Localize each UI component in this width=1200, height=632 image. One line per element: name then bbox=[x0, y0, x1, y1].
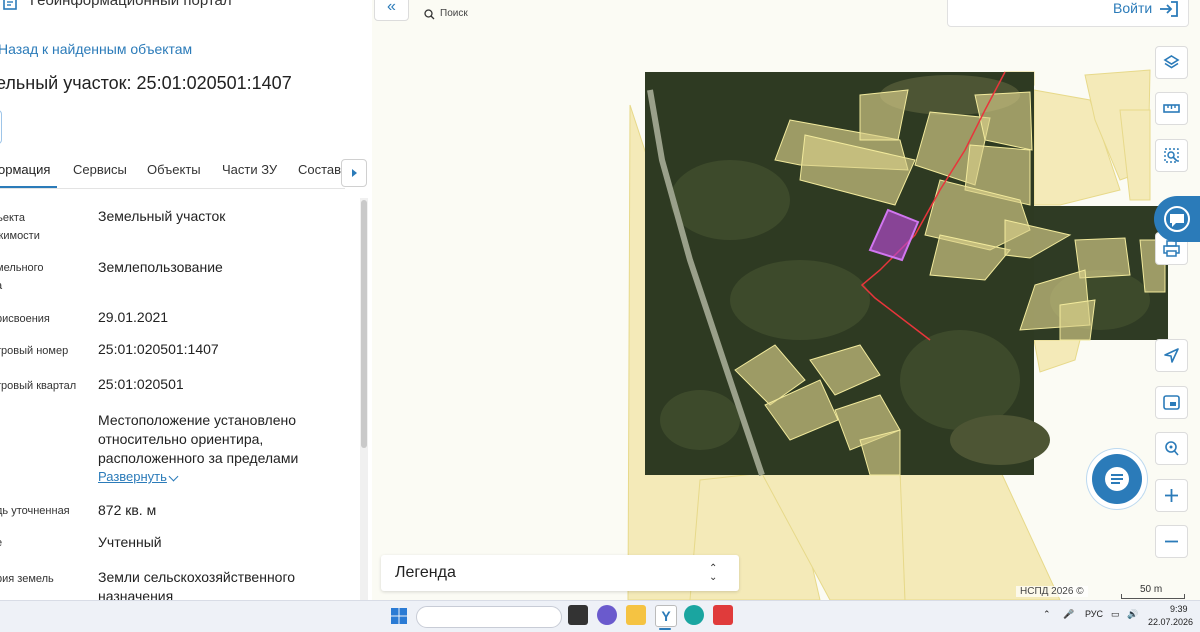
minimap-button[interactable] bbox=[1155, 386, 1188, 419]
chat-bubble-icon bbox=[1164, 206, 1190, 232]
attr-label: тровый номер bbox=[0, 345, 69, 357]
map-copyright: НСПД 2026 © bbox=[1016, 586, 1088, 597]
app-title: Геоинформационный портал bbox=[30, 0, 232, 9]
office-app-icon[interactable] bbox=[713, 605, 733, 625]
attr-value-location: относительно ориентира, bbox=[98, 431, 264, 447]
panel-scrollbar-thumb[interactable] bbox=[361, 200, 367, 448]
zoom-in-button[interactable] bbox=[1155, 479, 1188, 512]
back-to-results-link[interactable]: Назад к найденным объектам bbox=[0, 41, 192, 57]
edge-browser-icon[interactable] bbox=[684, 605, 704, 625]
zoom-out-icon bbox=[1165, 540, 1178, 543]
attr-label: рисвоения bbox=[0, 313, 50, 325]
attr-value-land-category: Земли сельскохозяйственного bbox=[98, 569, 296, 585]
feedback-side-button[interactable] bbox=[1154, 196, 1200, 242]
zoom-out-button[interactable] bbox=[1155, 525, 1188, 558]
volume-icon[interactable]: 🔊 bbox=[1127, 609, 1138, 620]
attr-value-date: 29.01.2021 bbox=[98, 309, 169, 325]
attr-label: рия земель bbox=[0, 573, 54, 585]
locate-icon bbox=[1164, 348, 1179, 363]
attr-value-object-type: Земельный участок bbox=[98, 208, 226, 224]
search-location-button[interactable] bbox=[1155, 432, 1188, 465]
search-location-icon bbox=[1165, 441, 1179, 456]
object-title: ельный участок: 25:01:020501:1407 bbox=[0, 73, 292, 93]
active-app-indicator bbox=[659, 628, 671, 630]
windows-start-icon[interactable] bbox=[391, 608, 407, 624]
tab-information[interactable]: ормация bbox=[0, 162, 50, 177]
attr-label: жимости bbox=[0, 230, 40, 242]
attr-value-location: Местоположение установлено bbox=[98, 412, 297, 428]
attr-label: дь уточненная bbox=[0, 505, 70, 517]
layers-icon bbox=[1163, 55, 1180, 69]
chevron-down-icon[interactable] bbox=[168, 471, 179, 482]
attr-value-cadastral-quarter: 25:01:020501 bbox=[98, 376, 184, 392]
login-label[interactable]: Войти bbox=[1113, 0, 1152, 16]
map-parcel bbox=[1033, 339, 1081, 373]
tab-composition[interactable]: Состав bbox=[298, 162, 341, 177]
clock-time[interactable]: 9:39 bbox=[1170, 604, 1188, 614]
clock-date[interactable]: 22.07.2026 bbox=[1148, 617, 1193, 627]
tab-bar: ормация Сервисы Объекты Части ЗУ Состав bbox=[0, 152, 345, 189]
attr-label: тровый квартал bbox=[0, 380, 77, 392]
legend-panel[interactable]: Легенда ⌃ ⌄ bbox=[381, 555, 739, 591]
attr-value-cadastral-number: 25:01:020501:1407 bbox=[98, 341, 219, 357]
object-action-button[interactable] bbox=[0, 110, 2, 144]
chat-app-icon[interactable] bbox=[597, 605, 617, 625]
ruler-icon bbox=[1163, 104, 1180, 113]
active-tab-indicator bbox=[0, 186, 57, 188]
tabs-scroll-right-button[interactable] bbox=[341, 159, 367, 187]
keyboard-language[interactable]: РУС bbox=[1085, 609, 1103, 619]
attr-label: а bbox=[0, 277, 2, 295]
attr-label: ъекта bbox=[0, 212, 25, 224]
task-view-icon[interactable] bbox=[568, 605, 588, 625]
attr-label: мельного bbox=[0, 262, 44, 274]
zoom-in-icon bbox=[1165, 489, 1178, 502]
microphone-icon[interactable]: 🎤 bbox=[1063, 609, 1074, 620]
attr-value-area: 872 кв. м bbox=[98, 502, 157, 518]
info-panel: Геоинформационный портал Назад к найденн… bbox=[0, 0, 372, 600]
file-explorer-icon[interactable] bbox=[626, 605, 646, 625]
map-parcel bbox=[899, 469, 1061, 600]
select-area-button[interactable] bbox=[1155, 139, 1188, 172]
taskbar-search[interactable] bbox=[416, 606, 562, 628]
layers-button[interactable] bbox=[1155, 46, 1188, 79]
legend-label: Легенда bbox=[395, 564, 456, 581]
tray-expand-icon[interactable]: ⌃ bbox=[1043, 609, 1051, 620]
minimap-icon bbox=[1163, 395, 1180, 410]
map-canvas[interactable] bbox=[372, 0, 1200, 600]
login-button[interactable] bbox=[947, 0, 1189, 27]
login-icon[interactable] bbox=[1158, 0, 1180, 18]
expand-location-link[interactable]: Развернуть bbox=[98, 469, 167, 484]
yandex-browser-icon[interactable]: Y bbox=[655, 605, 677, 627]
taskbar-search-placeholder[interactable]: Поиск bbox=[440, 8, 468, 19]
attr-value-status: Учтенный bbox=[98, 534, 162, 550]
search-icon bbox=[424, 9, 435, 20]
measure-button[interactable] bbox=[1155, 92, 1188, 125]
scale-bar bbox=[1121, 594, 1185, 599]
select-area-icon bbox=[1164, 148, 1179, 163]
map-parcel bbox=[1059, 299, 1096, 341]
tab-services[interactable]: Сервисы bbox=[73, 162, 127, 177]
map-parcel bbox=[1119, 109, 1151, 201]
portal-logo-icon bbox=[3, 0, 17, 10]
chat-icon bbox=[1105, 467, 1129, 491]
attr-value-land-category: назначения bbox=[98, 588, 174, 600]
expand-collapse-icon[interactable]: ⌃ ⌄ bbox=[709, 564, 717, 583]
tab-objects[interactable]: Объекты bbox=[147, 162, 201, 177]
network-icon[interactable]: ▭ bbox=[1111, 609, 1120, 620]
attr-value-parcel-type: Землепользование bbox=[98, 259, 223, 275]
attr-value-location: расположенного за пределами bbox=[98, 450, 299, 466]
chat-button[interactable] bbox=[1092, 454, 1142, 504]
tab-parcel-parts[interactable]: Части ЗУ bbox=[222, 162, 277, 177]
attr-label: е bbox=[0, 534, 2, 552]
geolocate-button[interactable] bbox=[1155, 339, 1188, 372]
